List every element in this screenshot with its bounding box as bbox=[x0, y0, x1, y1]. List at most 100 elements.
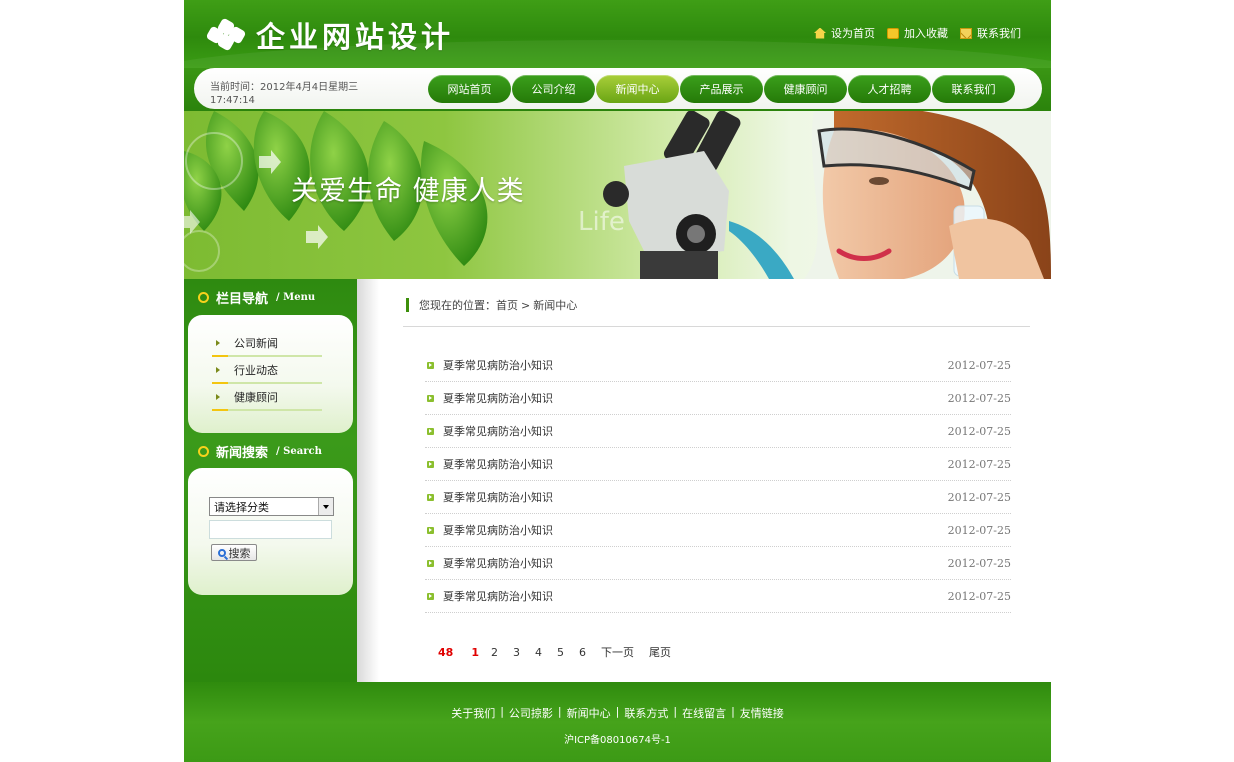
top-links: 设为首页 加入收藏 联系我们 bbox=[814, 25, 1021, 41]
news-item[interactable]: 夏季常见病防治小知识 2012-07-25 bbox=[425, 580, 1011, 613]
footer-link-about[interactable]: 关于我们 bbox=[451, 705, 495, 721]
breadcrumb-prefix: 您现在的位置： bbox=[419, 299, 496, 312]
bullet-arrow-icon bbox=[427, 526, 434, 534]
news-title[interactable]: 夏季常见病防治小知识 bbox=[443, 357, 553, 373]
nav-item-about[interactable]: 公司介绍 bbox=[512, 75, 595, 103]
bullet-arrow-icon bbox=[427, 559, 434, 567]
favorite-icon bbox=[887, 27, 899, 39]
contact-us-link[interactable]: 联系我们 bbox=[960, 25, 1021, 41]
next-page-link[interactable]: 下一页 bbox=[601, 644, 634, 660]
news-title[interactable]: 夏季常见病防治小知识 bbox=[443, 489, 553, 505]
home-icon bbox=[814, 27, 826, 39]
news-item[interactable]: 夏季常见病防治小知识 2012-07-25 bbox=[425, 448, 1011, 481]
breadcrumb-separator: > bbox=[521, 298, 531, 312]
add-favorite-label: 加入收藏 bbox=[904, 27, 948, 40]
menu-section-header: 栏目导航 / Menu bbox=[184, 279, 357, 315]
news-date: 2012-07-25 bbox=[947, 358, 1011, 372]
set-homepage-link[interactable]: 设为首页 bbox=[814, 25, 875, 41]
bullet-arrow-icon bbox=[427, 592, 434, 600]
news-title[interactable]: 夏季常见病防治小知识 bbox=[443, 522, 553, 538]
news-date: 2012-07-25 bbox=[947, 556, 1011, 570]
search-box: 请选择分类 搜索 bbox=[188, 468, 353, 595]
page-link[interactable]: 2 bbox=[491, 646, 498, 659]
microscope-graphic bbox=[603, 111, 794, 279]
nav-item-health[interactable]: 健康顾问 bbox=[764, 75, 847, 103]
footer-link-friends[interactable]: 友情链接 bbox=[740, 705, 784, 721]
menu-section-subtitle: / Menu bbox=[276, 291, 316, 303]
category-label: 健康顾问 bbox=[234, 390, 278, 404]
add-favorite-link[interactable]: 加入收藏 bbox=[887, 25, 948, 41]
page-link[interactable]: 5 bbox=[557, 646, 564, 659]
category-select-value: 请选择分类 bbox=[214, 500, 269, 514]
category-box: 公司新闻 行业动态 健康顾问 bbox=[188, 315, 353, 433]
footer-links: 关于我们 | 公司掠影 | 新闻中心 | 联系方式 | 在线留言 | 友情链接 bbox=[184, 705, 1051, 721]
category-label: 行业动态 bbox=[234, 363, 278, 377]
news-date: 2012-07-25 bbox=[947, 457, 1011, 471]
arrow-right-icon bbox=[216, 340, 220, 346]
page-link[interactable]: 4 bbox=[535, 646, 542, 659]
mail-icon bbox=[960, 27, 972, 39]
news-title[interactable]: 夏季常见病防治小知识 bbox=[443, 390, 553, 406]
news-title[interactable]: 夏季常见病防治小知识 bbox=[443, 423, 553, 439]
page-link[interactable]: 6 bbox=[579, 646, 586, 659]
category-item-company-news[interactable]: 公司新闻 bbox=[212, 330, 322, 357]
news-item[interactable]: 夏季常见病防治小知识 2012-07-25 bbox=[425, 514, 1011, 547]
search-section-header: 新闻搜索 / Search bbox=[184, 433, 357, 469]
nav-item-news[interactable]: 新闻中心 bbox=[596, 75, 679, 103]
breadcrumb-marker bbox=[406, 298, 409, 312]
site-title: 企业网站设计 bbox=[256, 20, 455, 54]
news-item[interactable]: 夏季常见病防治小知识 2012-07-25 bbox=[425, 382, 1011, 415]
footer-separator: | bbox=[731, 705, 735, 718]
news-title[interactable]: 夏季常见病防治小知识 bbox=[443, 456, 553, 472]
contact-us-label: 联系我们 bbox=[977, 27, 1021, 40]
category-list: 公司新闻 行业动态 健康顾问 bbox=[212, 330, 322, 411]
chevron-down-icon[interactable] bbox=[318, 498, 333, 515]
main-content: 您现在的位置： 首页 > 新闻中心 夏季常见病防治小知识 2012-07-25 … bbox=[403, 279, 1030, 682]
page-link[interactable]: 3 bbox=[513, 646, 520, 659]
last-page-link[interactable]: 尾页 bbox=[649, 644, 671, 660]
breadcrumb-home-link[interactable]: 首页 bbox=[496, 297, 518, 313]
news-list: 夏季常见病防治小知识 2012-07-25 夏季常见病防治小知识 2012-07… bbox=[425, 349, 1011, 613]
sidebar: 栏目导航 / Menu 公司新闻 行业动态 健康顾问 新闻搜索 / Search… bbox=[184, 279, 357, 682]
footer-link-gallery[interactable]: 公司掠影 bbox=[509, 705, 553, 721]
news-item[interactable]: 夏季常见病防治小知识 2012-07-25 bbox=[425, 481, 1011, 514]
nav-item-home[interactable]: 网站首页 bbox=[428, 75, 511, 103]
search-input[interactable] bbox=[209, 520, 332, 539]
footer-link-news[interactable]: 新闻中心 bbox=[567, 705, 611, 721]
arrow-right-icon bbox=[216, 394, 220, 400]
news-item[interactable]: 夏季常见病防治小知识 2012-07-25 bbox=[425, 547, 1011, 580]
logo[interactable]: 企业网站设计 bbox=[205, 14, 455, 56]
nav-item-jobs[interactable]: 人才招聘 bbox=[848, 75, 931, 103]
category-select[interactable]: 请选择分类 bbox=[209, 497, 334, 516]
footer-link-contact[interactable]: 联系方式 bbox=[624, 705, 668, 721]
category-item-health[interactable]: 健康顾问 bbox=[212, 384, 322, 411]
news-title[interactable]: 夏季常见病防治小知识 bbox=[443, 588, 553, 604]
footer-separator: | bbox=[673, 705, 678, 718]
footer-link-message[interactable]: 在线留言 bbox=[682, 705, 726, 721]
sidebar-shadow bbox=[357, 279, 379, 682]
news-date: 2012-07-25 bbox=[947, 589, 1011, 603]
ring-icon bbox=[198, 291, 209, 303]
footer-separator: | bbox=[557, 705, 562, 718]
breadcrumb-current[interactable]: 新闻中心 bbox=[533, 297, 577, 313]
pagination-total: 48 bbox=[438, 645, 454, 659]
page-current: 1 bbox=[471, 645, 479, 659]
bullet-arrow-icon bbox=[427, 394, 434, 402]
banner-watermark: Life bbox=[578, 207, 625, 237]
category-item-industry[interactable]: 行业动态 bbox=[212, 357, 322, 384]
news-item[interactable]: 夏季常见病防治小知识 2012-07-25 bbox=[425, 349, 1011, 382]
nav-bar: 当前时间：2012年4月4日星期三 17:47:14 网站首页 公司介绍 新闻中… bbox=[194, 68, 1042, 109]
bullet-arrow-icon bbox=[427, 460, 434, 468]
arrow-right-icon bbox=[216, 367, 220, 373]
news-date: 2012-07-25 bbox=[947, 523, 1011, 537]
set-homepage-label: 设为首页 bbox=[831, 27, 875, 40]
current-datetime: 当前时间：2012年4月4日星期三 17:47:14 bbox=[210, 82, 359, 106]
breadcrumb: 您现在的位置： 首页 > 新闻中心 bbox=[406, 298, 577, 312]
news-item[interactable]: 夏季常见病防治小知识 2012-07-25 bbox=[425, 415, 1011, 448]
search-button[interactable]: 搜索 bbox=[211, 544, 257, 561]
header: 企业网站设计 设为首页 加入收藏 联系我们 bbox=[184, 0, 1051, 68]
logo-hexagons-icon bbox=[205, 17, 247, 52]
news-title[interactable]: 夏季常见病防治小知识 bbox=[443, 555, 553, 571]
nav-item-contact[interactable]: 联系我们 bbox=[932, 75, 1015, 103]
nav-item-products[interactable]: 产品展示 bbox=[680, 75, 763, 103]
